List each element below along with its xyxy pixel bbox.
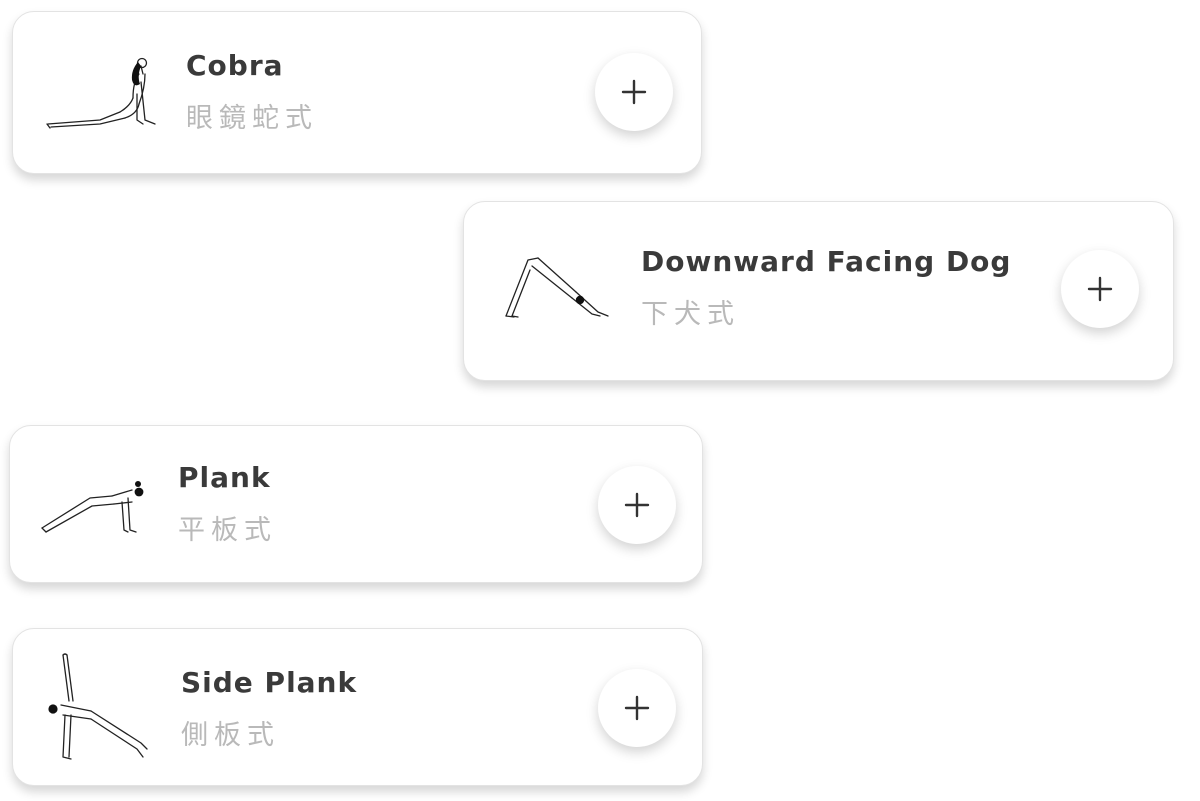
pose-title: Downward Facing Dog (641, 245, 1012, 278)
pose-card-plank: Plank 平板式 (9, 425, 703, 583)
plank-pose-icon (40, 472, 152, 538)
downward-dog-pose-icon (502, 254, 614, 324)
pose-title: Plank (178, 461, 271, 494)
plus-icon (624, 492, 650, 518)
pose-subtitle-zh: 側板式 (181, 720, 280, 751)
pose-card-cobra: Cobra 眼鏡蛇式 (12, 11, 702, 174)
pose-subtitle-zh: 平板式 (178, 515, 277, 546)
add-downward-facing-dog-button[interactable] (1061, 250, 1139, 328)
add-cobra-button[interactable] (595, 53, 673, 131)
plus-icon (621, 79, 647, 105)
pose-title: Cobra (186, 49, 284, 82)
cobra-pose-icon (45, 54, 160, 134)
add-side-plank-button[interactable] (598, 669, 676, 747)
add-plank-button[interactable] (598, 466, 676, 544)
pose-subtitle-zh: 下犬式 (641, 299, 740, 330)
plus-icon (1087, 276, 1113, 302)
pose-title: Side Plank (181, 666, 358, 699)
pose-subtitle-zh: 眼鏡蛇式 (186, 103, 318, 134)
side-plank-pose-icon (43, 651, 155, 763)
pose-card-downward-facing-dog: Downward Facing Dog 下犬式 (463, 201, 1174, 381)
pose-card-side-plank: Side Plank 側板式 (12, 628, 703, 786)
plus-icon (624, 695, 650, 721)
